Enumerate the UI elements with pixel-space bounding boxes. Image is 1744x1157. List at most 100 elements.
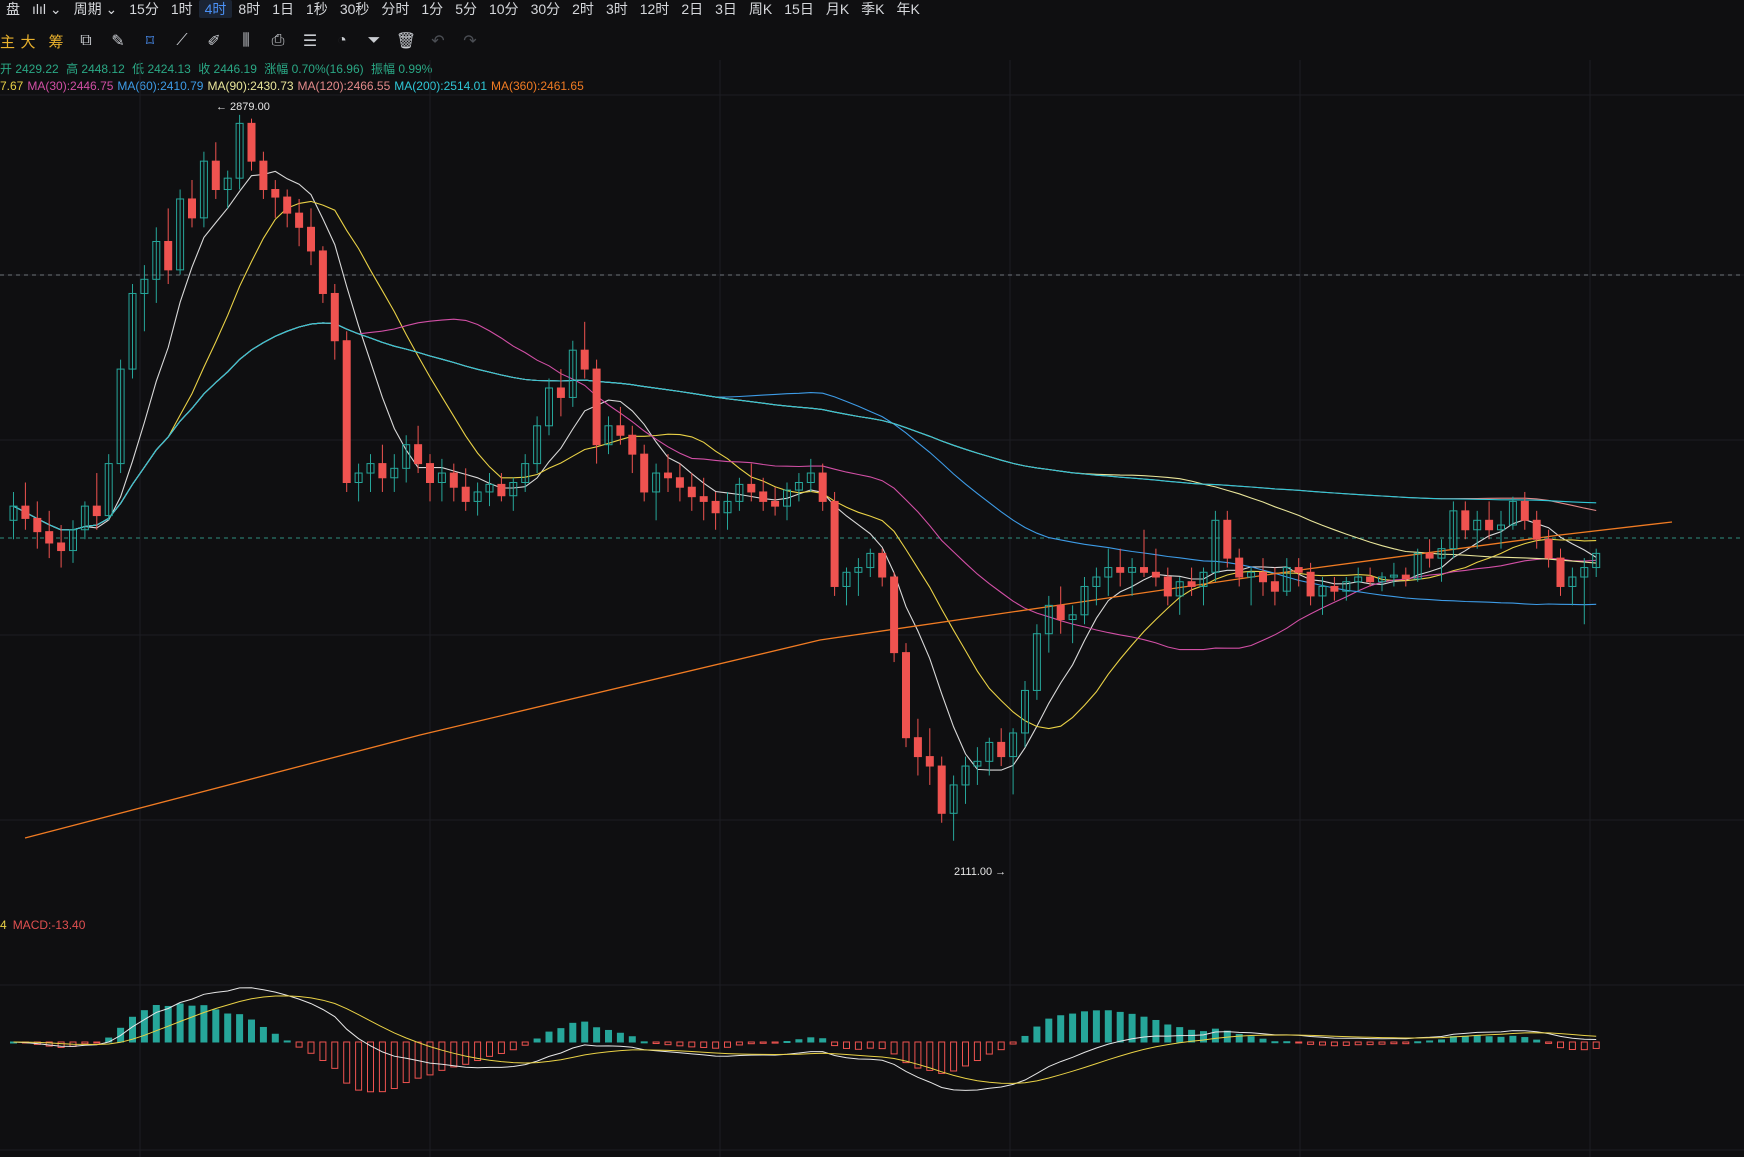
- candle-body: [271, 189, 280, 198]
- macd-bar: [295, 1041, 303, 1048]
- candle-body: [1270, 581, 1279, 592]
- macd-bar: [1164, 1024, 1172, 1043]
- candle-body: [330, 292, 339, 342]
- candle-body: [1401, 574, 1410, 580]
- macd-bar: [1045, 1018, 1053, 1043]
- candle-body: [1485, 519, 1494, 531]
- ma-line: [13, 200, 1597, 730]
- macd-bar: [1509, 1035, 1517, 1043]
- macd-bar: [950, 1041, 958, 1072]
- macd-bar: [1568, 1041, 1576, 1050]
- candle-body: [1151, 571, 1160, 578]
- macd-bar: [1497, 1036, 1505, 1043]
- candle-body: [307, 226, 315, 252]
- macd-bar: [1342, 1041, 1350, 1046]
- candle-body: [556, 387, 565, 398]
- macd-bar: [700, 1041, 708, 1048]
- macd-bar: [81, 1041, 89, 1045]
- candlestick-chart[interactable]: ← 2879.00 2111.00 →: [0, 0, 1744, 1157]
- candle-body: [1056, 604, 1065, 621]
- macd-bar: [402, 1041, 410, 1084]
- macd-bar: [343, 1041, 351, 1084]
- candle-body: [1259, 571, 1267, 583]
- macd-bar: [355, 1041, 363, 1091]
- macd-bar: [1259, 1038, 1267, 1043]
- macd-bar: [783, 1040, 791, 1043]
- macd-bar: [569, 1022, 577, 1043]
- macd-bar: [486, 1041, 493, 1057]
- macd-bar: [378, 1041, 386, 1093]
- candle-body: [33, 517, 42, 533]
- candle-body: [902, 652, 910, 739]
- macd-bar: [819, 1038, 827, 1043]
- macd-bar: [1533, 1039, 1541, 1043]
- macd-bar: [1211, 1028, 1219, 1043]
- candle-body: [664, 472, 672, 479]
- macd-bar: [1354, 1041, 1362, 1046]
- candle-body: [913, 737, 922, 758]
- macd-bar: [1247, 1036, 1255, 1043]
- macd-bar: [747, 1041, 755, 1045]
- macd-bar: [724, 1041, 731, 1048]
- macd-bar: [997, 1041, 1005, 1051]
- macd-bar: [1116, 1011, 1124, 1043]
- macd-bar: [319, 1041, 327, 1062]
- macd-bar: [616, 1032, 624, 1043]
- candle-body: [21, 505, 30, 519]
- macd-bar: [1128, 1013, 1136, 1043]
- macd-bar: [1176, 1027, 1184, 1043]
- macd-bar: [236, 1014, 244, 1043]
- macd-bar: [676, 1041, 684, 1047]
- candle-body: [830, 500, 839, 587]
- macd-bar: [1557, 1041, 1564, 1049]
- macd-bar: [152, 1004, 160, 1043]
- macd-bar: [664, 1041, 672, 1046]
- macd-bar: [1461, 1035, 1469, 1043]
- macd-bar: [521, 1041, 529, 1046]
- candle-body: [1116, 567, 1125, 573]
- macd-bar: [557, 1028, 565, 1043]
- macd-bar: [1069, 1013, 1077, 1043]
- candle-body: [188, 198, 196, 219]
- macd-bar: [652, 1041, 660, 1045]
- macd-bar: [283, 1040, 291, 1043]
- candle-body: [259, 160, 268, 191]
- candle-body: [92, 505, 101, 517]
- macd-bar: [854, 1041, 862, 1050]
- macd-bar: [1580, 1041, 1588, 1051]
- candle-body: [890, 576, 899, 654]
- macd-bar: [807, 1037, 815, 1043]
- macd-bar: [331, 1041, 339, 1069]
- candle-body: [1223, 519, 1232, 559]
- ma-line: [13, 322, 1597, 531]
- candle-body: [628, 434, 637, 455]
- macd-bar: [212, 1009, 220, 1043]
- candle-body: [675, 477, 684, 488]
- macd-bar: [200, 1005, 208, 1043]
- macd-bar: [831, 1041, 839, 1047]
- candle-body: [925, 756, 934, 767]
- candle-body: [1235, 557, 1244, 578]
- macd-bar: [1152, 1019, 1160, 1043]
- macd-bar: [1271, 1041, 1279, 1044]
- candle-body: [580, 349, 589, 370]
- macd-bar: [605, 1029, 612, 1043]
- candle-body: [640, 453, 649, 493]
- candle-body: [247, 122, 256, 162]
- ma-line: [13, 322, 1597, 531]
- candle-body: [711, 500, 720, 514]
- candle-body: [1140, 567, 1148, 573]
- macd-bar: [795, 1039, 803, 1043]
- macd-bar: [1104, 1010, 1112, 1043]
- macd-bar: [1414, 1041, 1422, 1044]
- macd-bar: [878, 1041, 886, 1050]
- ma-line: [13, 170, 1597, 771]
- candle-body: [687, 486, 696, 498]
- macd-bar: [1485, 1036, 1493, 1043]
- macd-bar: [735, 1041, 743, 1046]
- macd-bar: [1021, 1035, 1029, 1043]
- macd-bar: [1592, 1041, 1600, 1049]
- candle-body: [818, 472, 827, 502]
- macd-bar: [843, 1041, 850, 1049]
- candle-body: [211, 160, 220, 191]
